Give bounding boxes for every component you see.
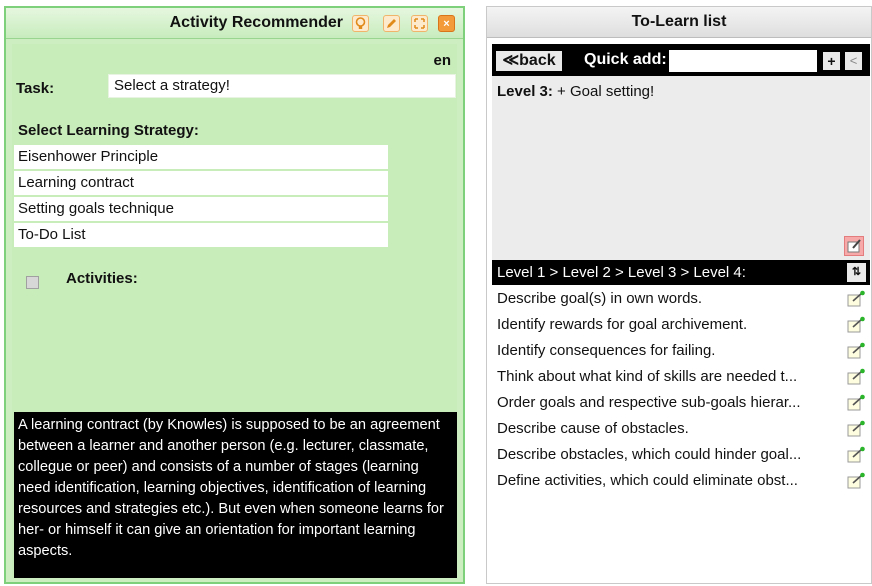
strategy-description: A learning contract (by Knowles) is supp… xyxy=(14,412,457,578)
strategy-item-todo-list[interactable]: To-Do List xyxy=(14,223,388,247)
close-icon[interactable]: × xyxy=(438,15,455,32)
list-item[interactable]: Define activities, which could eliminate… xyxy=(497,468,867,494)
strategy-item-eisenhower[interactable]: Eisenhower Principle xyxy=(14,145,388,169)
goal-panel: ≪back Quick add: + < Level 3: + Goal set… xyxy=(492,44,870,260)
note-add-icon[interactable] xyxy=(844,236,864,256)
to-learn-list-widget: To-Learn list ≪back Quick add: + < Level… xyxy=(486,6,872,584)
lightbulb-icon[interactable] xyxy=(352,15,369,32)
subgoal-text[interactable]: Describe obstacles, which could hinder g… xyxy=(497,442,839,468)
subgoal-text[interactable]: Identify consequences for failing. xyxy=(497,338,839,364)
subgoal-text[interactable]: Describe cause of obstacles. xyxy=(497,416,839,442)
note-add-icon[interactable] xyxy=(847,342,865,359)
close-glyph: × xyxy=(443,17,450,30)
breadcrumb-path[interactable]: Level 1 > Level 2 > Level 3 > Level 4: xyxy=(497,260,746,285)
subgoal-text[interactable]: Identify rewards for goal archivement. xyxy=(497,312,839,338)
widget-titlebar: Activity Recommender × xyxy=(6,8,463,39)
subgoal-list: Describe goal(s) in own words. Identify … xyxy=(497,286,867,494)
widget-title: To-Learn list xyxy=(487,7,871,38)
subgoal-text[interactable]: Describe goal(s) in own words. xyxy=(497,286,839,312)
task-label: Task: xyxy=(16,80,55,97)
note-add-icon[interactable] xyxy=(847,472,865,489)
list-item[interactable]: Order goals and respective sub-goals hie… xyxy=(497,390,867,416)
language-switch[interactable]: en xyxy=(433,52,451,69)
note-add-icon[interactable] xyxy=(847,368,865,385)
level-label: Level 3: xyxy=(497,83,553,100)
activities-checkbox[interactable] xyxy=(26,276,39,289)
subgoal-text[interactable]: Order goals and respective sub-goals hie… xyxy=(497,390,839,416)
note-add-icon[interactable] xyxy=(847,394,865,411)
note-add-icon[interactable] xyxy=(847,446,865,463)
quick-add-input[interactable] xyxy=(669,50,817,72)
back-button[interactable]: ≪back xyxy=(496,51,562,71)
strategy-item-learning-contract[interactable]: Learning contract xyxy=(14,171,388,195)
activities-label: Activities: xyxy=(66,270,138,287)
strategy-item-setting-goals[interactable]: Setting goals technique xyxy=(14,197,388,221)
quick-add-toolbar: ≪back Quick add: + < xyxy=(492,44,870,76)
recommender-body: en Task: Select a strategy! Select Learn… xyxy=(12,44,457,578)
list-item[interactable]: Describe obstacles, which could hinder g… xyxy=(497,442,867,468)
collapse-button[interactable]: < xyxy=(845,52,862,70)
list-item[interactable]: Describe goal(s) in own words. xyxy=(497,286,867,312)
pencil-icon[interactable] xyxy=(383,15,400,32)
note-add-icon[interactable] xyxy=(847,420,865,437)
subgoal-text[interactable]: Think about what kind of skills are need… xyxy=(497,364,839,390)
widget-title: Activity Recommender xyxy=(169,14,343,31)
level-goal[interactable]: + Goal setting! xyxy=(557,83,654,100)
activity-recommender-widget: Activity Recommender × en Task: Select a… xyxy=(4,6,465,584)
resize-icon[interactable] xyxy=(411,15,428,32)
list-item[interactable]: Identify consequences for failing. xyxy=(497,338,867,364)
task-field[interactable]: Select a strategy! xyxy=(108,74,456,98)
strategy-heading: Select Learning Strategy: xyxy=(18,122,199,139)
note-add-icon[interactable] xyxy=(847,290,865,307)
add-button[interactable]: + xyxy=(823,52,840,70)
breadcrumb: Level 1 > Level 2 > Level 3 > Level 4: ⇅ xyxy=(492,260,870,285)
list-item[interactable]: Identify rewards for goal archivement. xyxy=(497,312,867,338)
list-item[interactable]: Describe cause of obstacles. xyxy=(497,416,867,442)
quick-add-label: Quick add: xyxy=(584,51,667,68)
subgoal-text[interactable]: Define activities, which could eliminate… xyxy=(497,468,839,494)
strategy-list: Eisenhower Principle Learning contract S… xyxy=(14,145,388,249)
current-level: Level 3: + Goal setting! xyxy=(497,83,654,100)
list-item[interactable]: Think about what kind of skills are need… xyxy=(497,364,867,390)
note-add-icon[interactable] xyxy=(847,316,865,333)
sort-icon[interactable]: ⇅ xyxy=(847,263,866,282)
